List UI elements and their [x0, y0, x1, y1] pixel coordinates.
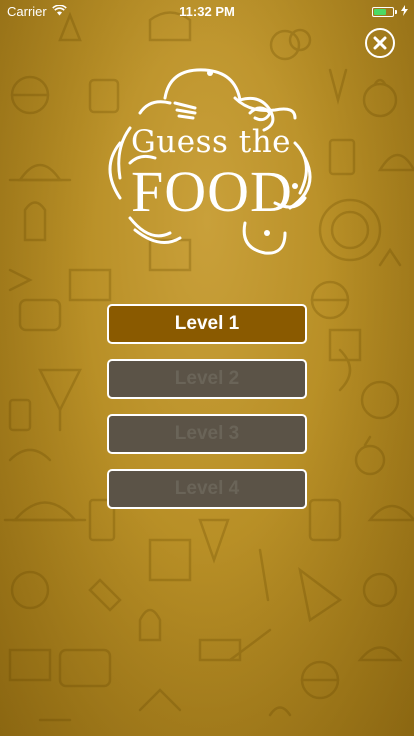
- close-button[interactable]: [365, 28, 395, 58]
- close-icon: [373, 36, 387, 50]
- level-2-button[interactable]: Level 2: [107, 359, 307, 399]
- logo-title-line1: Guess the: [131, 124, 292, 160]
- battery-level: [374, 8, 386, 15]
- level-1-button[interactable]: Level 1: [107, 304, 307, 344]
- status-right: [372, 4, 408, 19]
- level-list: Level 1 Level 2 Level 3 Level 4: [107, 304, 307, 524]
- lightning-icon: [401, 4, 408, 19]
- status-time: 11:32 PM: [179, 4, 235, 19]
- level-4-button[interactable]: Level 4: [107, 469, 307, 509]
- status-bar: Carrier 11:32 PM: [0, 0, 414, 22]
- app-logo: Guess the FOOD: [95, 58, 320, 258]
- battery-icon: [372, 6, 397, 17]
- logo-title-line2: FOOD: [131, 159, 293, 224]
- level-3-button[interactable]: Level 3: [107, 414, 307, 454]
